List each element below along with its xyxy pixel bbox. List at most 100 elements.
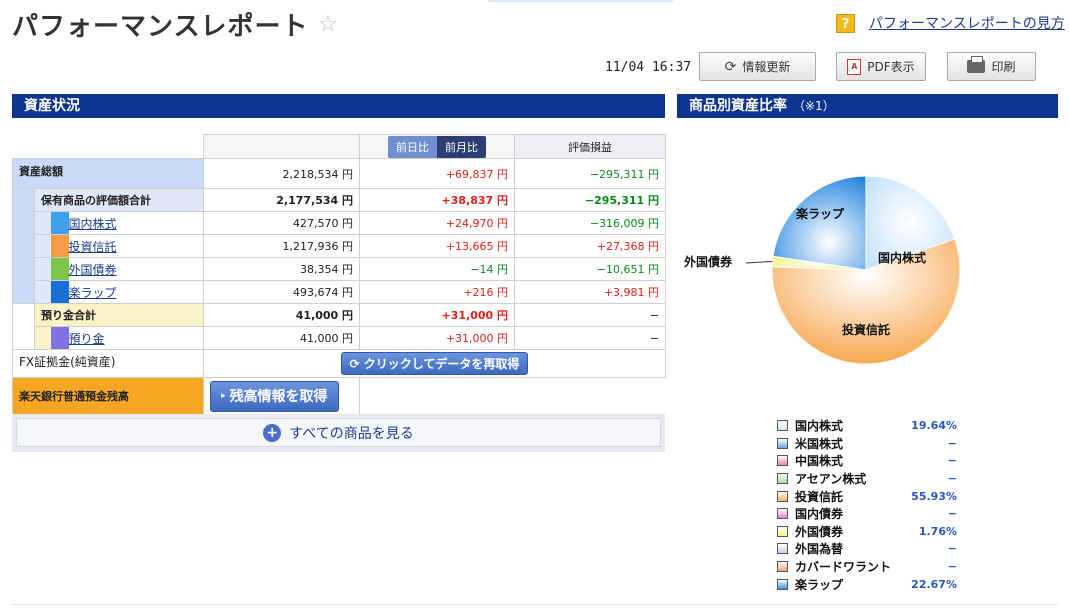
item-link-foreign-bond[interactable]: 外国債券	[69, 263, 117, 277]
holdings-value: 2,177,534 円	[203, 188, 361, 212]
category-color-swatch	[51, 212, 69, 234]
legend-swatch	[777, 420, 788, 432]
print-button[interactable]: 印刷	[947, 52, 1036, 81]
item-value: 493,674 円	[203, 280, 361, 304]
refresh-icon: ⟳	[349, 356, 360, 371]
help-area: ? パフォーマンスレポートの見方	[836, 13, 1065, 33]
item-link-domestic-stock[interactable]: 国内株式	[69, 217, 117, 231]
refresh-icon: ⟳	[724, 58, 737, 75]
pdf-label: PDF表示	[867, 60, 915, 74]
legend-item: 外国債券 1.76%	[777, 523, 957, 541]
pdf-button[interactable]: A PDF表示	[836, 52, 926, 81]
bank-row: 楽天銀行普通預金残高 ▸ 残高情報を取得	[11, 377, 666, 415]
pie-slice-3	[772, 175, 867, 271]
arrow-right-icon: ▸	[221, 391, 226, 401]
see-all-label: すべての商品を見る	[289, 425, 414, 442]
pl-header: 評価損益	[514, 134, 667, 159]
item-link-rakuwrap[interactable]: 楽ラップ	[69, 286, 117, 300]
compare-toggle[interactable]: 前日比 前月比	[388, 135, 487, 158]
deposits-total-value: 41,000 円	[203, 303, 361, 327]
legend-name: 投資信託	[795, 489, 844, 504]
legend-item: 中国株式 −	[777, 452, 957, 470]
favorite-star-icon[interactable]: ☆	[318, 12, 338, 37]
fx-label: FX証拠金(純資産)	[11, 349, 205, 378]
tab-prev-month[interactable]: 前月比	[437, 135, 487, 158]
legend-value: −	[947, 436, 957, 450]
fx-refetch-button[interactable]: ⟳ クリックしてデータを再取得	[340, 352, 529, 375]
legend-name: 外国債券	[795, 524, 844, 539]
get-balance-button[interactable]: ▸ 残高情報を取得	[210, 380, 339, 412]
page-title: パフォーマンスレポート	[12, 12, 309, 42]
legend-name: 国内債券	[795, 507, 844, 522]
deposits-total-change: +31,000 円	[359, 303, 516, 327]
assets-table: 前日比 前月比 評価損益 資産総額 2,218,534 円 +69,837 円 −…	[11, 134, 667, 415]
legend-value: 55.93%	[911, 489, 957, 503]
legend-swatch	[777, 455, 788, 467]
fx-refetch-label: クリックしてデータを再取得	[363, 357, 520, 371]
total-change: +69,837 円	[359, 158, 516, 189]
legend-name: 外国為替	[795, 542, 844, 557]
legend-value: −	[947, 472, 957, 486]
legend-item: 投資信託 55.93%	[777, 487, 957, 505]
holdings-change: +38,837 円	[359, 188, 516, 212]
table-row: 預り金 41,000 円 +31,000 円 −	[12, 326, 667, 350]
ratio-section-header: 商品別資産比率 （※1）	[677, 94, 1058, 118]
legend-value: −	[947, 507, 957, 521]
legend-swatch	[777, 473, 788, 485]
legend-value: 19.64%	[911, 419, 957, 433]
pdf-icon: A	[847, 58, 862, 75]
legend-value: 1.76%	[918, 524, 957, 538]
table-row: 外国債券 38,354 円 −14 円 −10,651 円	[12, 257, 667, 281]
tab-prev-day[interactable]: 前日比	[388, 135, 438, 158]
help-icon[interactable]: ?	[836, 13, 855, 33]
help-link[interactable]: パフォーマンスレポートの見方	[869, 13, 1065, 33]
print-label: 印刷	[991, 60, 1016, 74]
ratio-section-note: （※1）	[793, 99, 835, 113]
total-label: 資産総額	[11, 158, 205, 189]
item-link-deposit[interactable]: 預り金	[69, 332, 105, 346]
item-pl: +27,368 円	[514, 234, 667, 258]
item-pl: −316,009 円	[514, 211, 667, 235]
holdings-pl: −295,311 円	[514, 188, 667, 212]
legend-value: −	[947, 454, 957, 468]
printer-icon	[967, 56, 986, 73]
item-value: 427,570 円	[203, 211, 361, 235]
refresh-button[interactable]: ⟳ 情報更新	[699, 52, 816, 81]
top-accent-line	[488, 0, 673, 2]
legend-item: 国内債券 −	[777, 505, 957, 523]
legend-swatch	[777, 508, 788, 520]
table-row: 投資信託 1,217,936 円 +13,665 円 +27,368 円	[12, 234, 667, 258]
ratio-legend: 国内株式 19.64% 米国株式 − 中国株式 − アセアン株式 − 投資信託 55.93% 国内債…	[777, 417, 957, 593]
deposits-total-row: 預り金合計 41,000 円 +31,000 円 −	[12, 303, 667, 327]
pie-label: 楽ラップ	[796, 206, 845, 221]
legend-swatch	[777, 578, 788, 590]
category-color-swatch	[51, 258, 69, 280]
legend-item: 米国株式 −	[777, 435, 957, 453]
category-color-swatch	[51, 281, 69, 303]
total-row: 資産総額 2,218,534 円 +69,837 円 −295,311 円	[11, 158, 667, 189]
legend-value: −	[947, 542, 957, 556]
item-link-investment-trust[interactable]: 投資信託	[69, 240, 117, 254]
deposit-color-swatch	[51, 327, 69, 349]
item-change: +216 円	[359, 280, 516, 304]
category-color-swatch	[51, 235, 69, 257]
see-all-products-button[interactable]: + すべての商品を見る	[16, 418, 661, 447]
legend-item: カバードワラント −	[777, 558, 957, 576]
deposit-value: 41,000 円	[203, 326, 361, 350]
legend-item: アセアン株式 −	[777, 470, 957, 488]
table-row: 国内株式 427,570 円 +24,970 円 −316,009 円	[12, 211, 667, 235]
legend-swatch	[777, 490, 788, 502]
pie-label: 国内株式	[878, 250, 926, 265]
item-value: 38,354 円	[203, 257, 361, 281]
item-change: +13,665 円	[359, 234, 516, 258]
pie-label: 外国債券	[684, 254, 733, 269]
total-value: 2,218,534 円	[203, 158, 361, 189]
legend-swatch	[777, 525, 788, 537]
pie-leader-line	[745, 260, 773, 264]
fx-row: FX証拠金(純資産) ⟳ クリックしてデータを再取得	[11, 349, 667, 378]
update-timestamp: 11/04 16:37	[605, 60, 692, 75]
holdings-row: 保有商品の評価額合計 2,177,534 円 +38,837 円 −295,31…	[12, 188, 667, 212]
legend-value: −	[947, 560, 957, 574]
item-pl: +3,981 円	[514, 280, 667, 304]
deposit-change: +31,000 円	[359, 326, 516, 350]
